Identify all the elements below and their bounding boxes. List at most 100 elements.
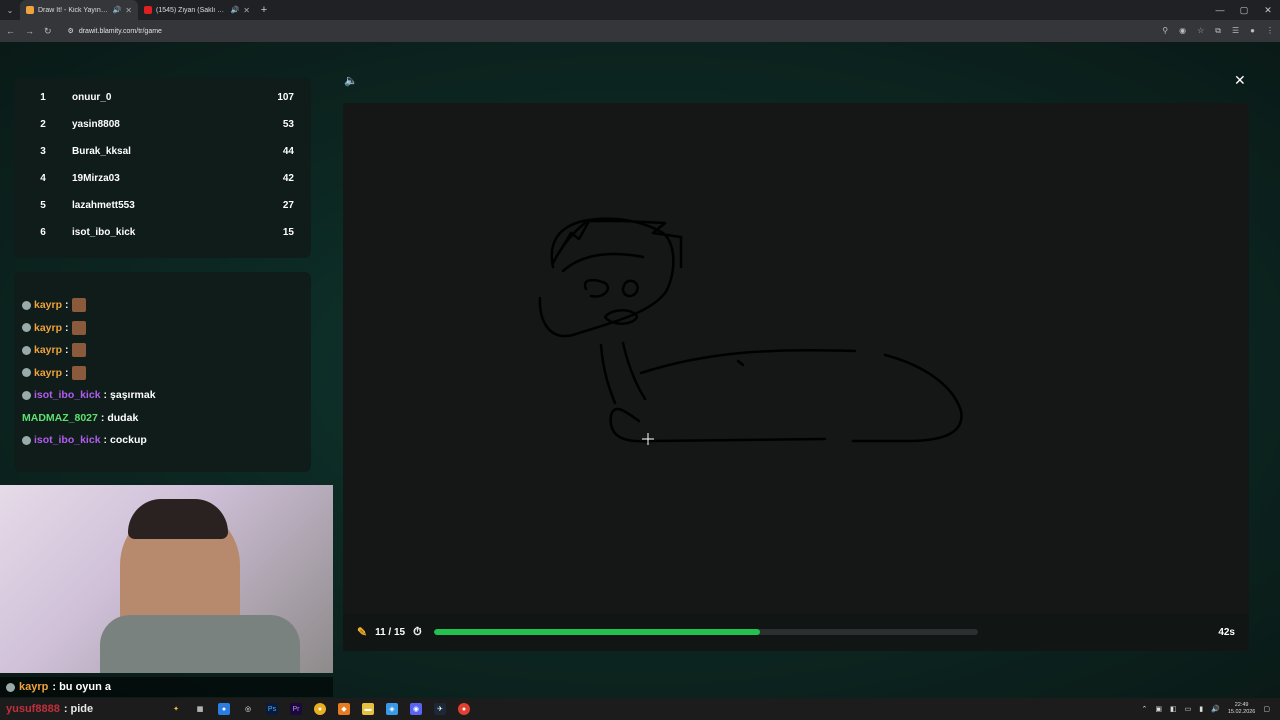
tab-search-icon[interactable]: ⌄ bbox=[0, 0, 20, 20]
extensions-icon[interactable]: ⧉ bbox=[1215, 26, 1221, 36]
player-score: 15 bbox=[282, 227, 294, 238]
url-field[interactable]: ⚙ drawit.blamity.com/tr/game bbox=[68, 27, 162, 36]
emote-icon bbox=[71, 320, 86, 335]
time-progress-bar bbox=[433, 629, 978, 635]
window-close-icon[interactable]: ✕ bbox=[1256, 5, 1280, 16]
overlay-username: yusuf8888 bbox=[6, 703, 60, 715]
user-badge-icon bbox=[22, 300, 31, 310]
tray-app-icon[interactable]: ◧ bbox=[1170, 705, 1177, 713]
chat-panel: kayrp : kayrp : kayrp : kayrp : isot_ibo… bbox=[14, 272, 311, 472]
player-score: 42 bbox=[282, 173, 294, 184]
chat-message: isot_ibo_kick : şaşırmak bbox=[22, 384, 311, 407]
tab-audio-icon[interactable]: 🔊 bbox=[113, 6, 122, 14]
clock[interactable]: 22:49 15.02.2026 bbox=[1228, 702, 1256, 716]
player-score: 27 bbox=[282, 200, 294, 211]
chat-username[interactable]: kayrp bbox=[34, 322, 62, 334]
round-counter: 11 / 15 bbox=[375, 626, 406, 638]
back-icon[interactable]: ← bbox=[6, 26, 15, 36]
app-icon[interactable]: ● bbox=[218, 703, 230, 715]
drawing-canvas[interactable] bbox=[343, 103, 1249, 651]
overlay-username: kayrp bbox=[19, 681, 49, 693]
discord-icon[interactable]: ◉ bbox=[410, 703, 422, 715]
emote-icon bbox=[71, 343, 86, 358]
chat-username[interactable]: kayrp bbox=[34, 344, 62, 356]
system-tray: ⌃ ▣ ◧ ▭ ▮ 🔊 22:49 15.02.2026 ▢ bbox=[1142, 702, 1280, 716]
chat-message: kayrp : bbox=[22, 339, 311, 362]
chat-separator: : bbox=[65, 366, 69, 379]
menu-icon[interactable]: ⋮ bbox=[1266, 26, 1274, 36]
overlay-message: : pide bbox=[63, 703, 94, 715]
app-icon[interactable]: ◈ bbox=[386, 703, 398, 715]
tray-app-icon[interactable]: ▣ bbox=[1155, 705, 1162, 713]
app-icon[interactable]: ◆ bbox=[338, 703, 350, 715]
rank: 3 bbox=[40, 146, 46, 157]
taskbar-chat-overlay: yusuf8888 : pide bbox=[0, 703, 170, 715]
maximize-icon[interactable]: ▢ bbox=[1232, 5, 1256, 16]
chrome-icon[interactable]: ● bbox=[458, 703, 470, 715]
mic-icon[interactable]: ▮ bbox=[1199, 705, 1203, 713]
photoshop-icon[interactable]: Ps bbox=[266, 703, 278, 715]
premiere-icon[interactable]: Pr bbox=[290, 703, 302, 715]
rank: 4 bbox=[40, 173, 46, 184]
tab-close-icon[interactable]: ✕ bbox=[125, 6, 132, 15]
time-progress-fill bbox=[433, 629, 761, 635]
zoom-icon[interactable]: ⚲ bbox=[1162, 26, 1168, 36]
emote-icon bbox=[71, 365, 86, 380]
chat-separator: : bbox=[103, 389, 108, 402]
tab-strip-icon[interactable]: ☰ bbox=[1232, 26, 1239, 36]
chat-message: MADMAZ_8027 : dudak bbox=[22, 407, 311, 430]
player-name: isot_ibo_kick bbox=[72, 227, 136, 238]
forward-icon[interactable]: → bbox=[25, 26, 34, 36]
steam-icon[interactable]: ✈ bbox=[434, 703, 446, 715]
profile-icon[interactable]: ● bbox=[1250, 26, 1255, 36]
windows-taskbar: yusuf8888 : pide ✦ ▦ ● ◎ Ps Pr ● ◆ ▬ ◈ ◉… bbox=[0, 698, 1280, 720]
chat-username[interactable]: MADMAZ_8027 bbox=[22, 412, 98, 424]
chat-separator: : bbox=[65, 344, 69, 357]
kick-favicon-icon bbox=[26, 6, 34, 14]
tracking-icon[interactable]: ◉ bbox=[1179, 26, 1186, 36]
chat-username[interactable]: kayrp bbox=[34, 299, 62, 311]
tab-title: Draw It! - Kick Yayınları İçin bbox=[38, 6, 109, 14]
url-text: drawit.blamity.com/tr/game bbox=[78, 27, 162, 35]
tray-chevron-icon[interactable]: ⌃ bbox=[1142, 705, 1148, 713]
browser-tab-active[interactable]: Draw It! - Kick Yayınları İçin 🔊 ✕ bbox=[20, 0, 138, 20]
chat-username[interactable]: isot_ibo_kick bbox=[34, 434, 101, 446]
user-badge-icon bbox=[22, 368, 31, 378]
rank: 2 bbox=[40, 119, 46, 130]
bookmark-star-icon[interactable]: ☆ bbox=[1197, 26, 1204, 36]
tab-close-icon[interactable]: ✕ bbox=[243, 6, 250, 15]
obs-icon[interactable]: ◎ bbox=[242, 703, 254, 715]
reload-icon[interactable]: ↻ bbox=[44, 26, 52, 37]
volume-icon[interactable]: 🔊 bbox=[1211, 705, 1220, 713]
new-tab-button[interactable]: + bbox=[256, 4, 272, 16]
site-info-icon[interactable]: ⚙ bbox=[68, 27, 74, 35]
chat-message: kayrp : bbox=[22, 362, 311, 385]
pencil-icon: ✎ bbox=[357, 625, 368, 639]
player-name: yasin8808 bbox=[72, 119, 120, 130]
tab-audio-icon[interactable]: 🔊 bbox=[231, 6, 240, 14]
file-explorer-icon[interactable]: ▬ bbox=[362, 703, 374, 715]
user-badge-icon bbox=[6, 682, 15, 692]
chat-username[interactable]: isot_ibo_kick bbox=[34, 389, 101, 401]
chat-separator: : bbox=[65, 299, 69, 312]
chat-separator: : bbox=[103, 434, 108, 447]
player-name: lazahmett553 bbox=[72, 200, 135, 211]
streamer-shirt bbox=[100, 615, 300, 673]
emote-icon bbox=[71, 298, 86, 313]
minimize-icon[interactable]: — bbox=[1208, 5, 1232, 16]
network-icon[interactable]: ▭ bbox=[1185, 705, 1192, 713]
youtube-favicon-icon bbox=[144, 6, 152, 14]
chrome-icon[interactable]: ● bbox=[314, 703, 326, 715]
address-bar: ← → ↻ ⚙ drawit.blamity.com/tr/game ⚲ ◉ ☆… bbox=[0, 20, 1280, 42]
sound-toggle-icon[interactable]: 🔈 bbox=[344, 74, 358, 87]
player-name: onuur_0 bbox=[72, 92, 112, 103]
chat-separator: : bbox=[65, 321, 69, 334]
chat-username[interactable]: kayrp bbox=[34, 367, 62, 379]
browser-tab-youtube[interactable]: (1545) Ziyan (Saklı kız düet) 🔊 ✕ bbox=[138, 0, 256, 20]
notification-icon[interactable]: ▢ bbox=[1263, 705, 1270, 713]
widget-icon[interactable]: ✦ bbox=[170, 703, 182, 715]
stream-chat-overlay: kayrp : bu oyun a bbox=[0, 677, 333, 697]
user-badge-icon bbox=[22, 435, 31, 445]
task-view-icon[interactable]: ▦ bbox=[194, 703, 206, 715]
close-game-icon[interactable]: ✕ bbox=[1234, 72, 1246, 89]
